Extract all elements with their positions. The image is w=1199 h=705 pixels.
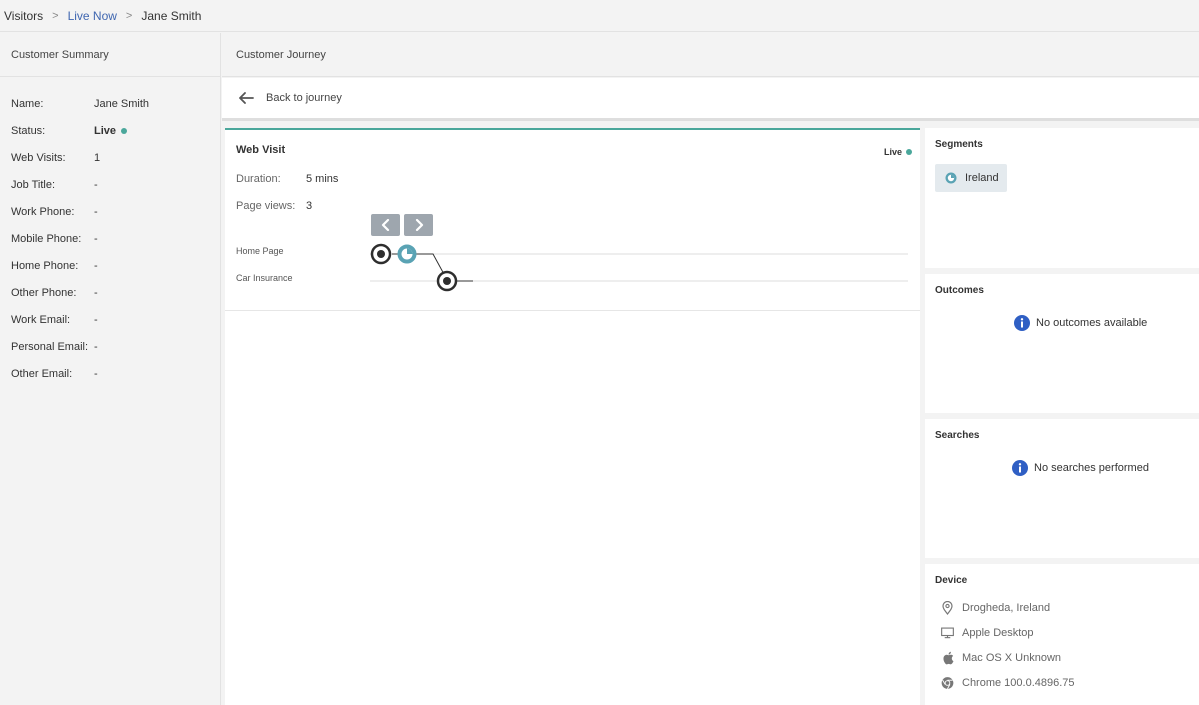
- chevron-left-icon: [381, 219, 389, 231]
- chevron-right-icon: [415, 219, 423, 231]
- summary-label: Other Email:: [11, 368, 73, 380]
- device-browser: Chrome 100.0.4896.75: [941, 676, 1075, 689]
- summary-row-job-title: Job Title: -: [0, 179, 220, 206]
- page-journey-timeline: [370, 243, 908, 292]
- breadcrumb: Visitors > Live Now > Jane Smith: [0, 0, 1199, 32]
- breadcrumb-visitors[interactable]: Visitors: [4, 9, 43, 23]
- summary-row-work-email: Work Email: -: [0, 314, 220, 341]
- chevron-right-icon: >: [125, 9, 133, 22]
- segment-label: Ireland: [965, 172, 999, 184]
- customer-summary-title: Customer Summary: [0, 33, 220, 77]
- summary-value: -: [94, 179, 98, 191]
- summary-row-other-email: Other Email: -: [0, 368, 220, 395]
- summary-row-work-phone: Work Phone: -: [0, 206, 220, 233]
- device-os-text: Mac OS X Unknown: [962, 651, 1062, 664]
- summary-label: Home Phone:: [11, 260, 79, 272]
- searches-empty-text: No searches performed: [1034, 462, 1149, 474]
- status-text: Live: [94, 125, 117, 137]
- summary-label: Status:: [11, 125, 46, 137]
- device-location-text: Drogheda, Ireland: [962, 601, 1051, 614]
- summary-value: -: [94, 287, 98, 299]
- live-dot-icon: [121, 128, 128, 134]
- summary-label: Name:: [11, 98, 44, 110]
- summary-label: Work Phone:: [11, 206, 75, 218]
- segment-chip[interactable]: Ireland: [935, 164, 1007, 192]
- summary-row-other-phone: Other Phone: -: [0, 287, 220, 314]
- summary-label: Other Phone:: [11, 287, 77, 299]
- summary-list: Name: Jane Smith Status: Live Web Visits…: [0, 77, 220, 395]
- summary-label: Work Email:: [11, 314, 71, 326]
- device-type: Apple Desktop: [941, 626, 1034, 639]
- pageviews-label: Page views:: [236, 200, 296, 212]
- summary-row-home-phone: Home Phone: -: [0, 260, 220, 287]
- summary-row-mobile-phone: Mobile Phone: -: [0, 233, 220, 260]
- page-visit-marker-icon[interactable]: [436, 270, 458, 292]
- summary-value: -: [94, 260, 98, 272]
- live-dot-icon: [906, 149, 912, 155]
- outcomes-empty-text: No outcomes available: [1036, 317, 1148, 329]
- chrome-icon: [941, 676, 954, 689]
- timeline-next-button[interactable]: [404, 214, 433, 236]
- pageviews-field: Page views: 3: [236, 200, 312, 212]
- duration-label: Duration:: [236, 173, 281, 185]
- duration-value: 5 mins: [306, 173, 339, 185]
- timeline-page-label: Home Page: [236, 246, 284, 256]
- duration-field: Duration: 5 mins: [236, 173, 338, 185]
- arrow-left-icon: [239, 92, 254, 104]
- summary-value: -: [94, 368, 98, 380]
- apple-icon: [941, 651, 954, 664]
- device-title: Device: [935, 575, 968, 586]
- outcomes-title: Outcomes: [935, 285, 984, 296]
- summary-value: -: [94, 341, 98, 353]
- customer-journey-title: Customer Journey: [222, 33, 1199, 77]
- pageviews-value: 3: [306, 200, 313, 212]
- desktop-icon: [941, 626, 954, 639]
- timeline-prev-button[interactable]: [371, 214, 400, 236]
- device-type-text: Apple Desktop: [962, 626, 1034, 639]
- web-visit-summary: Web Visit Live Duration: 5 mins Page vie…: [225, 130, 920, 311]
- summary-row-status: Status: Live: [0, 125, 220, 152]
- device-card: Device Drogheda, Ireland Apple Desktop M…: [925, 564, 1199, 705]
- summary-value: -: [94, 206, 98, 218]
- summary-value: -: [94, 233, 98, 245]
- searches-title: Searches: [935, 430, 980, 441]
- segments-title: Segments: [935, 139, 983, 150]
- back-to-journey-button[interactable]: Back to journey: [222, 78, 1199, 121]
- summary-value: 1: [94, 152, 101, 164]
- summary-label: Job Title:: [11, 179, 56, 191]
- location-pin-icon: [941, 600, 954, 615]
- device-os: Mac OS X Unknown: [941, 651, 1061, 664]
- summary-value: -: [94, 314, 98, 326]
- breadcrumb-live-now[interactable]: Live Now: [68, 9, 117, 23]
- searches-empty: No searches performed: [1012, 460, 1149, 476]
- device-browser-text: Chrome 100.0.4896.75: [962, 676, 1075, 689]
- visit-status-badge: Live: [884, 147, 912, 157]
- summary-label: Mobile Phone:: [11, 233, 82, 245]
- web-visit-title: Web Visit: [236, 144, 286, 156]
- summary-label: Personal Email:: [11, 341, 89, 353]
- info-icon: [1012, 460, 1028, 476]
- page-visit-marker-icon[interactable]: [370, 243, 392, 265]
- segment-clock-icon: [945, 172, 957, 184]
- summary-value: Jane Smith: [94, 98, 150, 110]
- summary-row-web-visits: Web Visits: 1: [0, 152, 220, 179]
- segments-card: Segments Ireland: [925, 128, 1199, 268]
- info-icon: [1014, 315, 1030, 331]
- status-badge: Live: [94, 125, 128, 137]
- chevron-right-icon: >: [52, 9, 59, 22]
- summary-row-personal-email: Personal Email: -: [0, 341, 220, 368]
- device-location: Drogheda, Ireland: [941, 600, 1051, 615]
- summary-row-name: Name: Jane Smith: [0, 98, 220, 125]
- web-visit-card: Web Visit Live Duration: 5 mins Page vie…: [225, 128, 920, 705]
- timeline-page-label: Car Insurance: [236, 273, 293, 283]
- customer-summary-panel: Customer Summary Name: Jane Smith Status…: [0, 33, 221, 705]
- outcomes-card: Outcomes No outcomes available: [925, 274, 1199, 413]
- breadcrumb-current: Jane Smith: [141, 8, 202, 23]
- back-to-journey-label: Back to journey: [266, 92, 342, 104]
- current-page-clock-icon[interactable]: [397, 244, 417, 264]
- searches-card: Searches No searches performed: [925, 419, 1199, 558]
- summary-label: Web Visits:: [11, 152, 66, 164]
- outcomes-empty: No outcomes available: [1014, 315, 1147, 331]
- visit-status-text: Live: [883, 147, 902, 157]
